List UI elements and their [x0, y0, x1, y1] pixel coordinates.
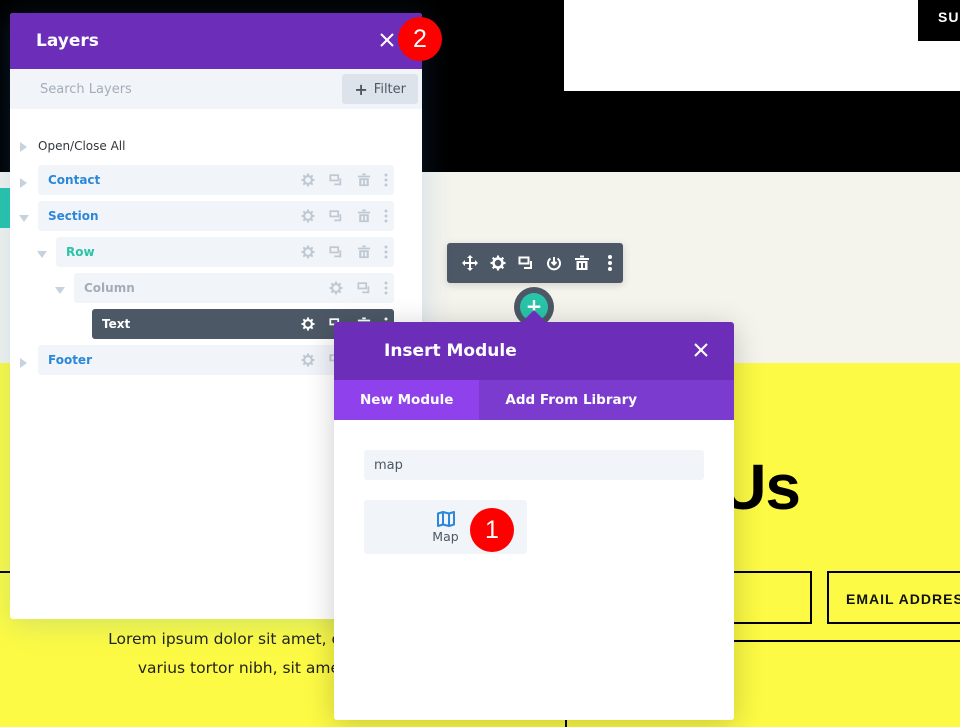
layer-row-contact[interactable]: Contact — [38, 165, 394, 195]
more-dots-icon[interactable] — [378, 201, 394, 231]
collapse-toggle-icon[interactable] — [37, 251, 47, 258]
duplicate-icon[interactable] — [350, 273, 378, 303]
trash-icon[interactable] — [350, 201, 378, 231]
email-field[interactable]: EMAIL ADDRESS — [827, 571, 960, 624]
module-toolbar — [447, 243, 623, 283]
layers-close-button[interactable] — [380, 30, 394, 52]
gear-icon[interactable] — [322, 273, 350, 303]
gear-icon[interactable] — [294, 201, 322, 231]
gear-icon[interactable] — [294, 165, 322, 195]
more-dots-icon[interactable] — [601, 254, 619, 272]
collapse-toggle-icon[interactable] — [55, 287, 65, 294]
gear-icon[interactable] — [489, 254, 507, 272]
trash-icon[interactable] — [573, 254, 591, 272]
insert-module-close-button[interactable] — [694, 340, 708, 362]
layer-actions — [294, 237, 394, 267]
close-icon — [380, 33, 394, 47]
layers-header: Layers — [10, 13, 422, 69]
more-dots-icon[interactable] — [378, 237, 394, 267]
save-to-library-icon[interactable] — [545, 254, 563, 272]
header-white-box — [564, 0, 960, 91]
duplicate-icon[interactable] — [322, 237, 350, 267]
layer-actions — [322, 273, 394, 303]
plus-icon: + — [354, 79, 368, 99]
more-dots-icon[interactable] — [378, 273, 394, 303]
layer-row-section[interactable]: Section — [38, 201, 394, 231]
gear-icon[interactable] — [294, 309, 322, 339]
collapse-toggle-icon[interactable] — [19, 215, 29, 222]
layer-label: Footer — [48, 353, 92, 367]
move-icon[interactable] — [461, 254, 479, 272]
open-close-all[interactable]: Open/Close All — [38, 139, 125, 153]
trash-icon[interactable] — [350, 237, 378, 267]
gear-icon[interactable] — [294, 345, 322, 375]
close-icon — [694, 343, 708, 357]
insert-module-title: Insert Module — [384, 341, 517, 361]
more-dots-icon[interactable] — [378, 165, 394, 195]
duplicate-icon[interactable] — [322, 201, 350, 231]
gear-icon[interactable] — [294, 237, 322, 267]
search-layers-input[interactable] — [40, 81, 290, 97]
layer-label: Column — [84, 281, 135, 295]
insert-module-header: Insert Module — [334, 322, 734, 380]
insert-module-tabs: New Module Add From Library — [334, 380, 734, 420]
module-label: Map — [432, 528, 459, 544]
layer-row-column[interactable]: Column — [74, 273, 394, 303]
layer-actions — [294, 201, 394, 231]
layer-actions — [294, 165, 394, 195]
subscribe-button[interactable]: SU — [918, 0, 960, 41]
tab-new-module[interactable]: New Module — [334, 380, 480, 420]
filter-label: Filter — [373, 81, 406, 97]
modal-pointer — [522, 310, 546, 322]
filter-button[interactable]: + Filter — [342, 74, 418, 104]
open-close-all-toggle-icon[interactable] — [20, 142, 27, 152]
layer-row-row[interactable]: Row — [56, 237, 394, 267]
duplicate-icon[interactable] — [322, 165, 350, 195]
trash-icon[interactable] — [350, 165, 378, 195]
layer-label: Contact — [48, 173, 101, 187]
insert-module-modal: Insert Module New Module Add From Librar… — [334, 310, 734, 720]
expand-toggle-icon[interactable] — [20, 358, 27, 368]
layers-search-bar: + Filter — [10, 69, 422, 109]
annotation-badge-2: 2 — [398, 17, 442, 61]
layer-label: Section — [48, 209, 99, 223]
map-icon — [436, 510, 455, 527]
layers-title: Layers — [36, 31, 99, 51]
expand-toggle-icon[interactable] — [20, 178, 27, 188]
layer-label: Text — [102, 317, 131, 331]
duplicate-icon[interactable] — [517, 254, 535, 272]
layer-label: Row — [66, 245, 95, 259]
annotation-badge-1: 1 — [470, 508, 514, 552]
tab-add-from-library[interactable]: Add From Library — [479, 380, 663, 420]
module-search-input[interactable] — [364, 450, 704, 480]
